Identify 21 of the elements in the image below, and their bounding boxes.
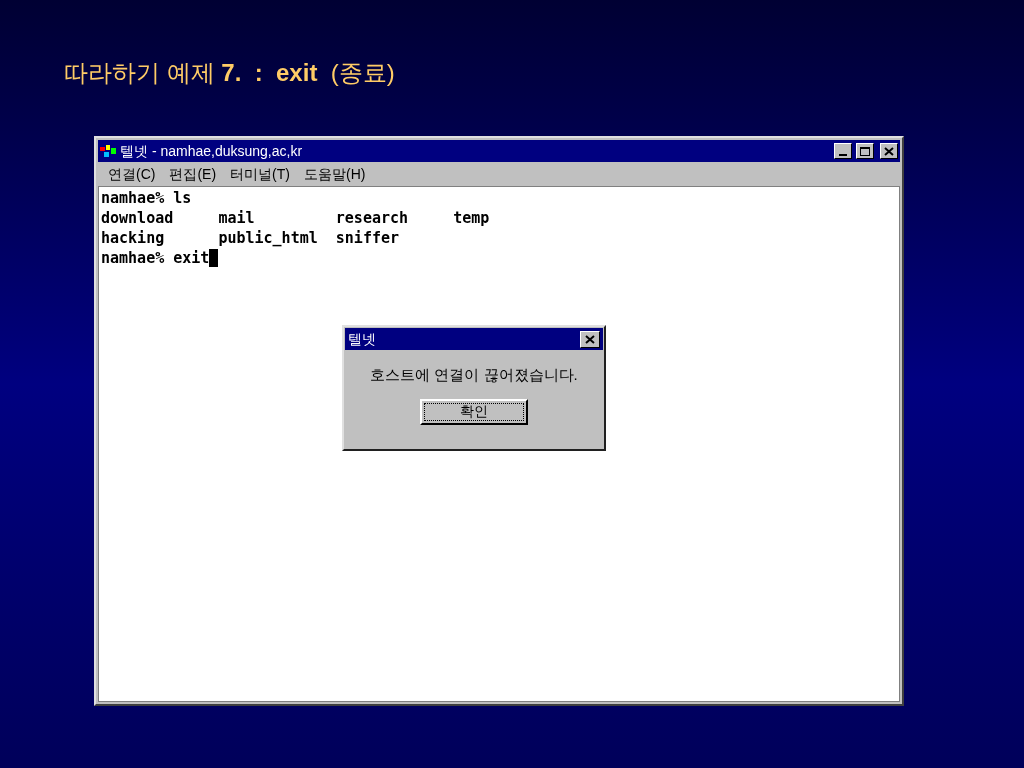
window-title: 텔넷 - namhae,duksung,ac,kr <box>120 141 304 161</box>
slide-title: 따라하기 예제 7. : exit (종료) <box>64 58 396 88</box>
terminal-line: hacking public_html sniffer <box>101 228 399 248</box>
close-button[interactable] <box>880 143 898 159</box>
terminal-line: namhae% exit <box>101 248 210 268</box>
terminal-line: namhae% ls <box>101 188 192 208</box>
close-icon <box>884 146 894 156</box>
close-icon <box>585 334 595 344</box>
dialog-message: 호스트에 연결이 끊어졌습니다. <box>369 365 579 385</box>
menu-item[interactable]: 연결(C) <box>108 163 156 185</box>
close-button[interactable] <box>580 330 600 348</box>
dialog-title: 텔넷 <box>348 329 377 349</box>
maximize-button[interactable] <box>856 143 874 159</box>
terminal-line: download mail research temp <box>101 208 490 228</box>
text-cursor <box>209 249 219 267</box>
ok-button[interactable]: 확인 <box>420 398 528 425</box>
app-icon <box>100 145 116 157</box>
minimize-button[interactable] <box>834 143 852 159</box>
menu-item[interactable]: 편집(E) <box>169 163 217 185</box>
menu-item[interactable]: 터미널(T) <box>230 163 290 185</box>
menu-item[interactable]: 도움말(H) <box>304 163 366 185</box>
